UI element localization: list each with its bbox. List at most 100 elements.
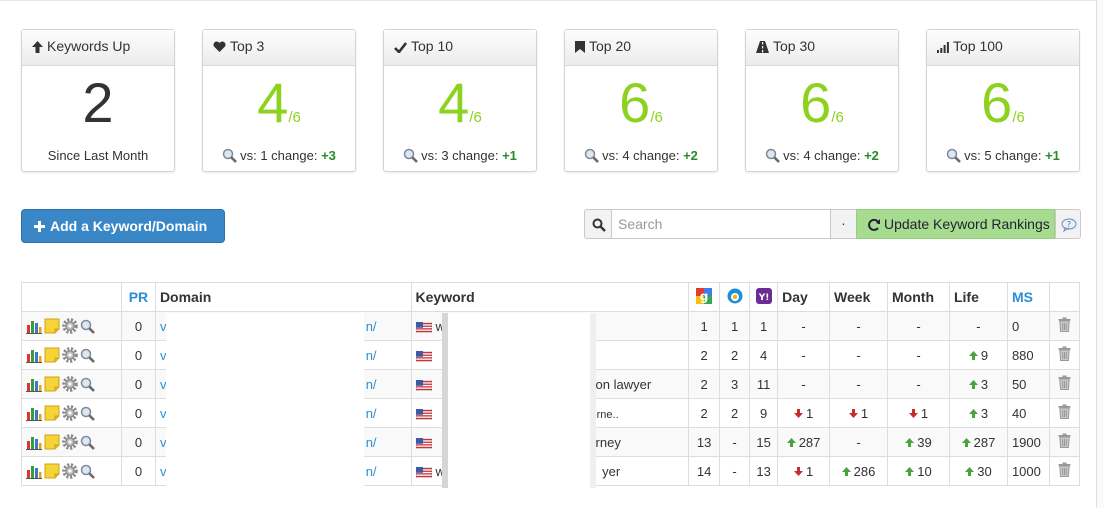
google-icon: g — [696, 287, 713, 304]
keyword-text[interactable]: on lawyer — [596, 377, 652, 392]
life-change-cell: 30 — [948, 456, 1008, 486]
row-actions — [21, 427, 122, 457]
card-change-value: +1 — [502, 148, 517, 163]
ms-header[interactable]: MS — [1006, 282, 1050, 312]
note-icon[interactable] — [44, 434, 60, 450]
chart-icon[interactable] — [26, 463, 42, 479]
note-icon[interactable] — [44, 347, 60, 363]
keyword-text[interactable]: orne.. — [591, 409, 619, 421]
yahoo-header[interactable]: Y! — [749, 282, 779, 312]
help-button[interactable]: ? — [1055, 209, 1081, 239]
card-title-text: Top 30 — [773, 38, 816, 54]
month-change-cell: 1 — [887, 398, 950, 428]
settings-icon[interactable] — [62, 405, 78, 421]
search-icon[interactable] — [80, 406, 95, 421]
card-footer-text[interactable]: vs: 4 change: — [783, 148, 860, 163]
trash-icon[interactable] — [1058, 375, 1071, 390]
card-footer-text[interactable]: vs: 3 change: — [421, 148, 498, 163]
pr-header[interactable]: PR — [120, 282, 156, 312]
card-footer: vs: 4 change: +2 — [565, 148, 717, 163]
card-value-number: 6 — [619, 71, 651, 134]
keyword-text[interactable]: rney — [596, 435, 621, 450]
search-input[interactable] — [611, 209, 831, 239]
google-header[interactable]: g — [688, 282, 721, 312]
settings-icon[interactable] — [62, 376, 78, 392]
google-rank-cell: 1 — [688, 311, 721, 341]
bing-icon — [727, 288, 743, 303]
search-icon[interactable] — [80, 377, 95, 392]
arrow-up-green-icon — [968, 350, 978, 360]
chart-icon[interactable] — [26, 405, 42, 421]
card-value: 6/6 — [746, 70, 898, 136]
stat-card-top-20: Top 20 6/6 vs: 4 change: +2 — [564, 29, 718, 172]
card-footer-text[interactable]: vs: 4 change: — [602, 148, 679, 163]
card-value: 4/6 — [203, 70, 355, 136]
month-change-cell: - — [887, 340, 950, 370]
week-change-value: - — [856, 376, 861, 392]
plus-icon — [34, 221, 45, 232]
search-icon[interactable] — [80, 464, 95, 479]
search-addon[interactable] — [584, 209, 612, 239]
day-change-value: - — [801, 318, 806, 334]
note-icon[interactable] — [44, 318, 60, 334]
chart-icon[interactable] — [26, 318, 42, 334]
search-icon[interactable] — [80, 319, 95, 334]
zoom-icon — [584, 148, 600, 163]
life-header[interactable]: Life — [948, 282, 1008, 312]
domain-link-end[interactable]: n/ — [366, 406, 377, 421]
arrow-up-green-icon — [968, 408, 978, 418]
keyword-header[interactable]: Keyword — [410, 282, 690, 312]
month-change-value: 10 — [917, 463, 932, 479]
arrow-up-green-icon — [965, 466, 975, 476]
card-footer-text[interactable]: vs: 5 change: — [964, 148, 1041, 163]
arrow-down-red-icon — [848, 408, 858, 418]
trash-icon[interactable] — [1058, 346, 1071, 361]
week-change-cell: - — [829, 311, 889, 341]
note-icon[interactable] — [44, 463, 60, 479]
update-keyword-rankings-button[interactable]: Update Keyword Rankings — [856, 209, 1055, 239]
month-change-value: 39 — [917, 434, 932, 450]
delete-header — [1048, 282, 1081, 312]
card-value: 6/6 — [565, 70, 717, 136]
domain-link-end[interactable]: n/ — [366, 435, 377, 450]
chart-icon[interactable] — [26, 376, 42, 392]
settings-icon[interactable] — [62, 347, 78, 363]
actions-header — [21, 282, 122, 312]
arrow-up-green-icon — [786, 437, 796, 447]
chart-icon[interactable] — [26, 434, 42, 450]
week-header[interactable]: Week — [829, 282, 889, 312]
domain-link-end[interactable]: n/ — [366, 464, 377, 479]
search-icon[interactable] — [80, 435, 95, 450]
domain-link-end[interactable]: n/ — [366, 377, 377, 392]
add-keyword-domain-button[interactable]: Add a Keyword/Domain — [21, 209, 225, 243]
month-header[interactable]: Month — [887, 282, 950, 312]
separator-button[interactable]: · — [830, 209, 857, 239]
update-keyword-rankings-label: Update Keyword Rankings — [884, 216, 1050, 232]
domain-link-end[interactable]: n/ — [366, 319, 377, 334]
settings-icon[interactable] — [62, 318, 78, 334]
yahoo-rank-cell: 4 — [749, 340, 779, 370]
google-rank-cell: 2 — [688, 369, 721, 399]
trash-icon[interactable] — [1058, 462, 1071, 477]
life-change-value: 9 — [980, 347, 989, 363]
trash-icon[interactable] — [1058, 404, 1071, 419]
day-header[interactable]: Day — [777, 282, 831, 312]
note-icon[interactable] — [44, 405, 60, 421]
card-footer: vs: 1 change: +3 — [203, 148, 355, 163]
search-icon[interactable] — [80, 348, 95, 363]
chart-icon[interactable] — [26, 347, 42, 363]
card-footer-text[interactable]: vs: 1 change: — [240, 148, 317, 163]
bing-rank-cell: - — [719, 456, 751, 486]
bing-rank-cell: 3 — [719, 369, 751, 399]
domain-link-end[interactable]: n/ — [366, 348, 377, 363]
trash-icon[interactable] — [1058, 317, 1071, 332]
settings-icon[interactable] — [62, 463, 78, 479]
svg-text:?: ? — [1067, 220, 1071, 229]
note-icon[interactable] — [44, 376, 60, 392]
life-change-value: 3 — [980, 376, 989, 392]
trash-icon[interactable] — [1058, 433, 1071, 448]
settings-icon[interactable] — [62, 434, 78, 450]
domain-header[interactable]: Domain — [154, 282, 412, 312]
bing-header[interactable] — [719, 282, 751, 312]
card-title-text: Top 100 — [953, 38, 1003, 54]
